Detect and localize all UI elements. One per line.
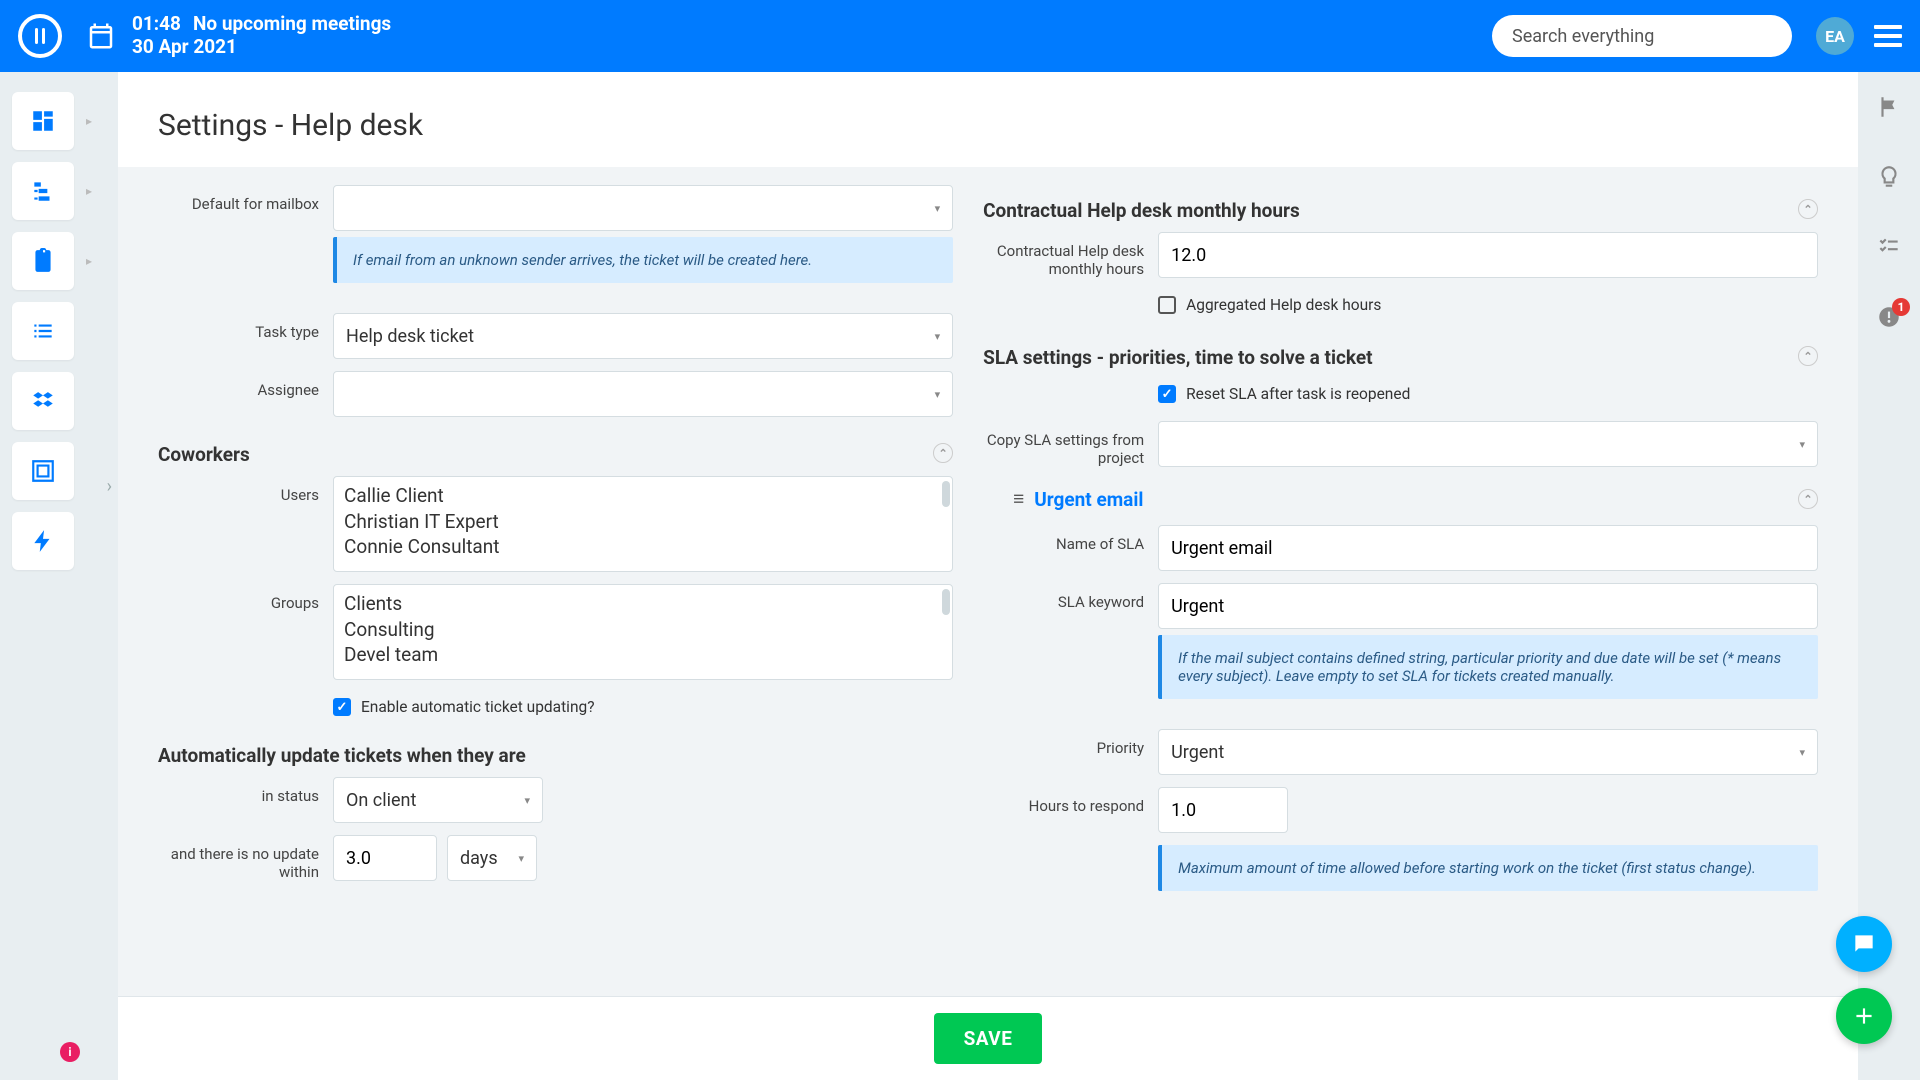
no-update-label: and there is no update within xyxy=(158,835,333,881)
sidebar-clipboard-icon[interactable]: ▸ xyxy=(12,232,74,290)
priority-label: Priority xyxy=(983,729,1158,757)
collapse-icon[interactable]: ⌃ xyxy=(1798,489,1818,509)
avatar[interactable]: EA xyxy=(1816,17,1854,55)
header-date-block: 01:48 No upcoming meetings 30 Apr 2021 xyxy=(132,13,391,59)
calendar-icon[interactable] xyxy=(86,21,116,51)
copy-sla-label: Copy SLA settings from project xyxy=(983,421,1158,467)
name-sla-input[interactable] xyxy=(1158,525,1818,571)
sidebar-dropbox-icon[interactable] xyxy=(12,372,74,430)
list-item[interactable]: Christian IT Expert xyxy=(344,509,942,535)
checkbox-icon[interactable] xyxy=(1158,385,1176,403)
main: Settings - Help desk Default for mailbox… xyxy=(118,72,1858,1080)
header-time: 01:48 xyxy=(132,12,181,35)
aggregated-checkbox-row[interactable]: Aggregated Help desk hours xyxy=(1158,290,1818,320)
sidebar-expand-icon[interactable]: › xyxy=(107,476,112,497)
collapse-icon[interactable]: ⌃ xyxy=(933,443,953,463)
assignee-label: Assignee xyxy=(158,371,333,399)
drag-icon[interactable]: ≡ xyxy=(1013,487,1024,511)
scrollbar-thumb[interactable] xyxy=(942,589,950,615)
auto-update-heading: Automatically update tickets when they a… xyxy=(158,734,953,777)
in-status-label: in status xyxy=(158,777,333,805)
header-meeting-status: No upcoming meetings xyxy=(193,12,391,35)
save-button[interactable]: SAVE xyxy=(934,1013,1043,1064)
topbar: 01:48 No upcoming meetings 30 Apr 2021 EA xyxy=(0,0,1920,72)
task-type-select[interactable]: Help desk ticket▾ xyxy=(333,313,953,359)
sidebar-hierarchy-icon[interactable]: ▸ xyxy=(12,162,74,220)
list-item[interactable]: Callie Client xyxy=(344,483,942,509)
in-status-select[interactable]: On client▾ xyxy=(333,777,543,823)
name-sla-label: Name of SLA xyxy=(983,525,1158,553)
tasks-icon[interactable] xyxy=(1876,234,1902,264)
scrollbar-thumb[interactable] xyxy=(942,481,950,507)
bulb-icon[interactable] xyxy=(1876,164,1902,194)
default-mailbox-label: Default for mailbox xyxy=(158,185,333,213)
sidebar-group-icon[interactable] xyxy=(12,442,74,500)
groups-listbox[interactable]: Clients Consulting Devel team xyxy=(333,584,953,680)
reset-sla-checkbox-row[interactable]: Reset SLA after task is reopened xyxy=(1158,379,1818,409)
enable-auto-checkbox-row[interactable]: Enable automatic ticket updating? xyxy=(333,692,953,722)
monthly-hours-input[interactable] xyxy=(1158,232,1818,278)
list-item[interactable]: Connie Consultant xyxy=(344,534,942,560)
notification-icon[interactable]: 1 xyxy=(1876,304,1902,334)
assignee-select[interactable]: ▾ xyxy=(333,371,953,417)
mailbox-info: If email from an unknown sender arrives,… xyxy=(333,237,953,283)
hours-respond-info: Maximum amount of time allowed before st… xyxy=(1158,845,1818,891)
sla-settings-heading: SLA settings - priorities, time to solve… xyxy=(983,332,1818,379)
priority-select[interactable]: Urgent▾ xyxy=(1158,729,1818,775)
list-item[interactable]: Devel team xyxy=(344,642,942,668)
page-title: Settings - Help desk xyxy=(118,102,1858,167)
checkbox-icon[interactable] xyxy=(333,698,351,716)
sla-keyword-info: If the mail subject contains defined str… xyxy=(1158,635,1818,699)
coworkers-heading: Coworkers⌃ xyxy=(158,429,953,476)
search-input[interactable] xyxy=(1492,15,1792,57)
hours-respond-label: Hours to respond xyxy=(983,787,1158,815)
save-bar: SAVE xyxy=(118,996,1858,1080)
users-label: Users xyxy=(158,476,333,504)
add-fab[interactable] xyxy=(1836,988,1892,1044)
header-date: 30 Apr 2021 xyxy=(132,36,391,59)
sla-keyword-label: SLA keyword xyxy=(983,583,1158,611)
chat-fab[interactable] xyxy=(1836,916,1892,972)
sidebar-left: ▸ ▸ ▸ › i xyxy=(0,72,118,1080)
collapse-icon[interactable]: ⌃ xyxy=(1798,346,1818,366)
monthly-hours-label: Contractual Help desk monthly hours xyxy=(983,232,1158,278)
monthly-hours-heading: Contractual Help desk monthly hours⌃ xyxy=(983,185,1818,232)
sla-keyword-input[interactable] xyxy=(1158,583,1818,629)
no-update-value-input[interactable] xyxy=(333,835,437,881)
list-item[interactable]: Clients xyxy=(344,591,942,617)
groups-label: Groups xyxy=(158,584,333,612)
app-logo[interactable] xyxy=(18,14,62,58)
collapse-icon[interactable]: ⌃ xyxy=(1798,199,1818,219)
urgent-email-section[interactable]: ≡ Urgent email ⌃ xyxy=(983,479,1818,525)
menu-icon[interactable] xyxy=(1874,25,1902,47)
copy-sla-select[interactable]: ▾ xyxy=(1158,421,1818,467)
hours-respond-input[interactable] xyxy=(1158,787,1288,833)
sidebar-bolt-icon[interactable] xyxy=(12,512,74,570)
sidebar-dashboard-icon[interactable]: ▸ xyxy=(12,92,74,150)
list-item[interactable]: Consulting xyxy=(344,617,942,643)
default-mailbox-select[interactable]: ▾ xyxy=(333,185,953,231)
flag-icon[interactable] xyxy=(1876,94,1902,124)
no-update-unit-select[interactable]: days▾ xyxy=(447,835,537,881)
users-listbox[interactable]: Callie Client Christian IT Expert Connie… xyxy=(333,476,953,572)
sidebar-list-icon[interactable] xyxy=(12,302,74,360)
sidebar-alert-icon[interactable]: i xyxy=(60,1042,80,1062)
checkbox-icon[interactable] xyxy=(1158,296,1176,314)
task-type-label: Task type xyxy=(158,313,333,341)
